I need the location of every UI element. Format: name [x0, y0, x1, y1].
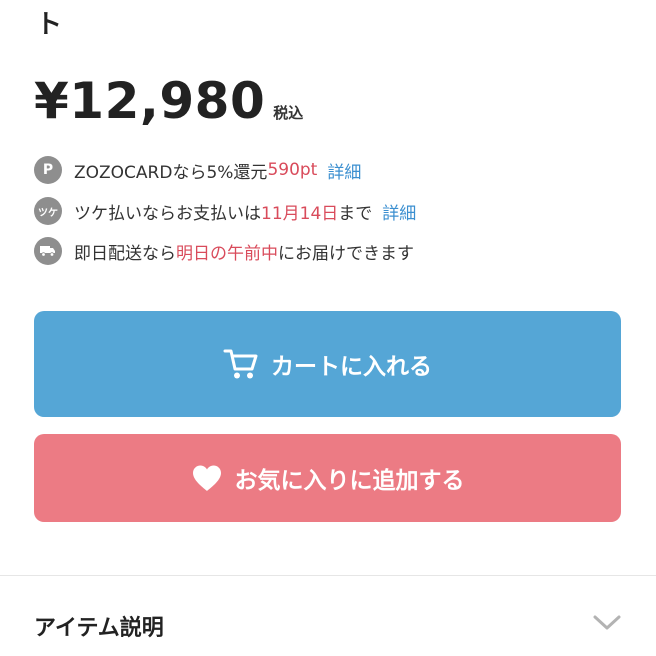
heart-icon	[192, 465, 221, 491]
points-detail-link[interactable]: 詳細	[327, 158, 361, 183]
points-icon: P	[34, 156, 62, 184]
add-to-cart-button[interactable]: カートに入れる	[34, 311, 621, 417]
tsuke-due-date: 11月14日	[261, 203, 339, 224]
points-amount: 590pt	[267, 160, 318, 180]
delivery-text-before: 即日配送なら	[74, 243, 176, 264]
add-to-favorites-label: お気に入りに追加する	[234, 468, 465, 494]
tsuke-text-before: ツケ払いならお支払いは	[74, 203, 261, 224]
points-info-row: P ZOZOCARDなら5%還元 590pt 詳細	[34, 156, 361, 184]
chevron-down-icon[interactable]	[592, 614, 622, 632]
add-to-cart-label: カートに入れる	[271, 354, 432, 380]
price-row: ¥12,980 税込	[34, 72, 303, 130]
tsuke-text-after: まで	[338, 203, 373, 224]
cart-icon	[223, 349, 258, 379]
tsuke-info-row: ツケ ツケ払いならお支払いは 11月14日 まで 詳細	[34, 197, 416, 225]
item-description-header[interactable]: アイテム説明	[34, 610, 164, 642]
product-price: ¥12,980	[34, 72, 266, 130]
delivery-text-after: にお届けできます	[278, 243, 414, 264]
tsuke-detail-link[interactable]: 詳細	[382, 199, 416, 224]
tsuke-payment-icon: ツケ	[34, 197, 62, 225]
delivery-info-row: 即日配送なら 明日の午前中 にお届けできます	[34, 237, 414, 265]
delivery-time: 明日の午前中	[176, 243, 278, 264]
points-text: ZOZOCARDなら5%還元	[74, 162, 268, 183]
add-to-favorites-button[interactable]: お気に入りに追加する	[34, 434, 621, 522]
section-divider	[0, 575, 656, 576]
product-title-tail: ト	[36, 10, 63, 40]
truck-icon	[34, 237, 62, 265]
tax-label: 税込	[273, 104, 304, 122]
